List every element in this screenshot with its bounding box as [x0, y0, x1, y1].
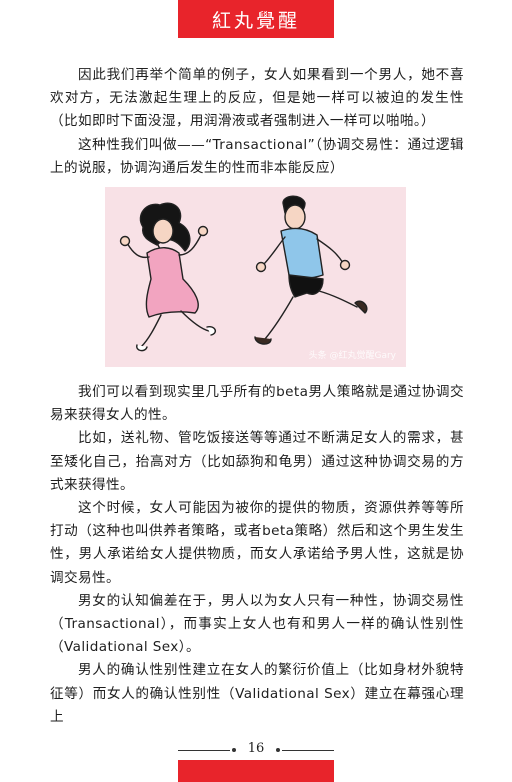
paragraph: 男人的确认性别性建立在女人的繁衍价值上（比如身材外貌特征等）而女人的确认性别性（…: [50, 662, 464, 725]
paragraph: 男女的认知偏差在于，男人以为女人只有一种性，协调交易性（Transactiona…: [50, 592, 464, 656]
page-content: 因此我们再举个简单的例子，女人如果看到一个男人，她不喜欢对方，无法激起生理上的反…: [50, 64, 464, 729]
page-number: 16: [247, 741, 265, 756]
page-footer: 16: [178, 740, 334, 760]
footer-rule-right: [282, 750, 334, 751]
paragraph: 这种性我们叫做——“Transactional”（协调交易性：通过逻辑上的说服，…: [50, 136, 464, 176]
paragraph: 这个时候，女人可能因为被你的提供的物质，资源供养等等所打动（这种也叫供养者策略，…: [50, 500, 464, 586]
footer-band: [178, 760, 334, 782]
paragraph: 比如，送礼物、管吃饭接送等等通过不断满足女人的需求，甚至矮化自己，抬高对方（比如…: [50, 430, 464, 493]
paragraph: 我们可以看到现实里几乎所有的beta男人策略就是通过协调交易来获得女人的性。: [50, 384, 464, 424]
book-title: 紅丸覺醒: [211, 10, 300, 32]
woman-figure: [119, 202, 217, 352]
footer-dot-right: [276, 748, 280, 752]
running-couple-illustration: [119, 195, 368, 352]
paragraph: 因此我们再举个简单的例子，女人如果看到一个男人，她不喜欢对方，无法激起生理上的反…: [50, 67, 464, 130]
illustration-running-couple: 头条 @红丸觉醒Gary: [105, 187, 406, 368]
image-watermark: 头条 @红丸觉醒Gary: [308, 351, 396, 362]
man-figure: [254, 195, 368, 345]
